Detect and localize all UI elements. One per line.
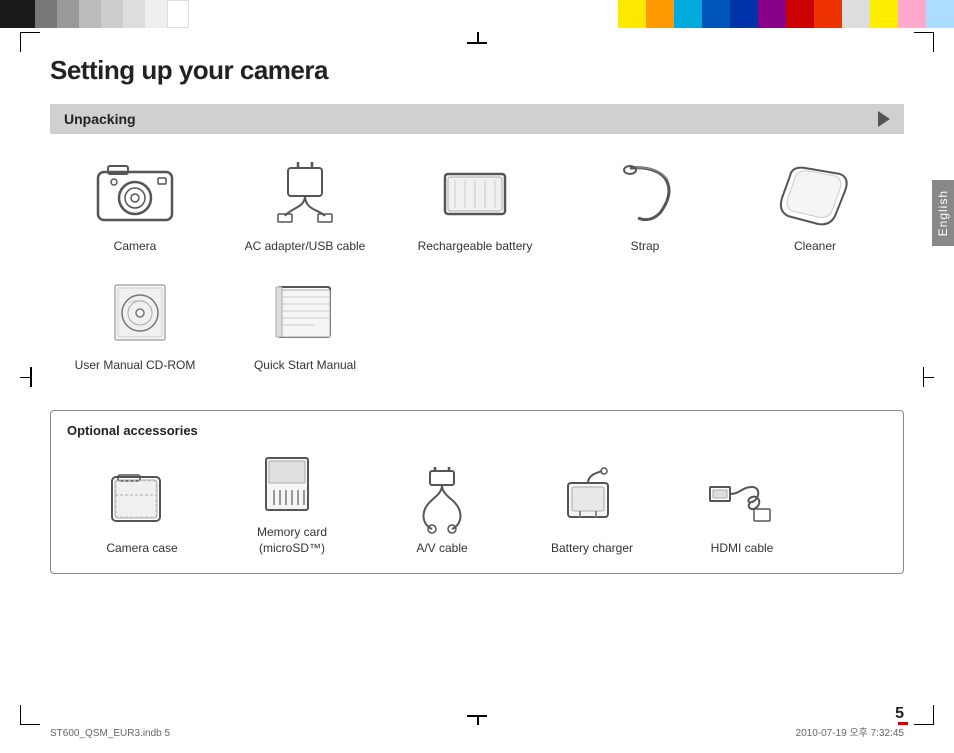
item-camera: Camera [50,152,220,255]
memory-card-icon [247,448,337,518]
item-battery: Rechargeable battery [390,152,560,255]
item-cd-rom: User Manual CD-ROM [50,271,220,374]
hdmi-cable-icon [697,464,787,534]
unpacking-title: Unpacking [64,111,136,127]
memory-card-label: Memory card(microSD™) [257,524,327,558]
corner-mark-tr [914,32,934,52]
grayscale-swatches [0,0,189,28]
page-title: Setting up your camera [50,55,904,86]
item-cleaner: Cleaner [730,152,900,255]
ac-adapter-label: AC adapter/USB cable [245,238,366,255]
language-label: English [936,190,950,236]
optional-item-memory-card: Memory card(microSD™) [217,448,367,558]
item-strap: Strap [560,152,730,255]
corner-mark-br [914,705,934,725]
item-manual: Quick Start Manual [220,271,390,374]
optional-items-grid: Camera case Memory card(mi [67,448,887,558]
camera-icon [85,152,185,232]
footer-right: 2010-07-19 오후 7:32:45 [796,724,904,739]
manual-icon [255,271,355,351]
center-mark-left [20,367,40,387]
optional-title: Optional accessories [67,423,887,438]
optional-item-av-cable: A/V cable [367,464,517,557]
footer-left: ST600_QSM_EUR3.indb 5 [50,728,170,739]
manual-label: Quick Start Manual [254,357,356,374]
center-mark-bottom [467,705,487,725]
hdmi-cable-label: HDMI cable [711,540,774,557]
camera-case-label: Camera case [106,540,177,557]
cd-rom-icon [85,271,185,351]
language-tab: English [932,180,954,246]
strap-label: Strap [631,238,660,255]
cd-rom-label: User Manual CD-ROM [75,357,196,374]
corner-mark-bl [20,705,40,725]
section-arrow-icon [878,111,890,127]
battery-charger-label: Battery charger [551,540,633,557]
unpacking-items-grid: Camera AC adapter/USB cab [50,152,904,390]
av-cable-icon [397,464,487,534]
battery-label: Rechargeable battery [418,238,533,255]
strap-icon [595,152,695,232]
color-bar [0,0,954,28]
corner-mark-tl [20,32,40,52]
center-mark-right [914,367,934,387]
optional-item-battery-charger: Battery charger [517,464,667,557]
ac-adapter-icon [255,152,355,232]
cleaner-label: Cleaner [794,238,836,255]
main-content: Setting up your camera Unpacking Camera [50,55,904,703]
camera-case-icon [97,464,187,534]
cleaner-icon [765,152,865,232]
camera-label: Camera [114,238,157,255]
optional-item-camera-case: Camera case [67,464,217,557]
page-number: 5 [895,705,904,723]
center-mark-top [467,32,487,52]
av-cable-label: A/V cable [416,540,467,557]
unpacking-header: Unpacking [50,104,904,134]
item-ac-adapter: AC adapter/USB cable [220,152,390,255]
battery-icon [425,152,525,232]
battery-charger-icon [547,464,637,534]
optional-item-hdmi-cable: HDMI cable [667,464,817,557]
color-swatches [618,0,954,28]
optional-accessories-box: Optional accessories Camera case [50,410,904,575]
